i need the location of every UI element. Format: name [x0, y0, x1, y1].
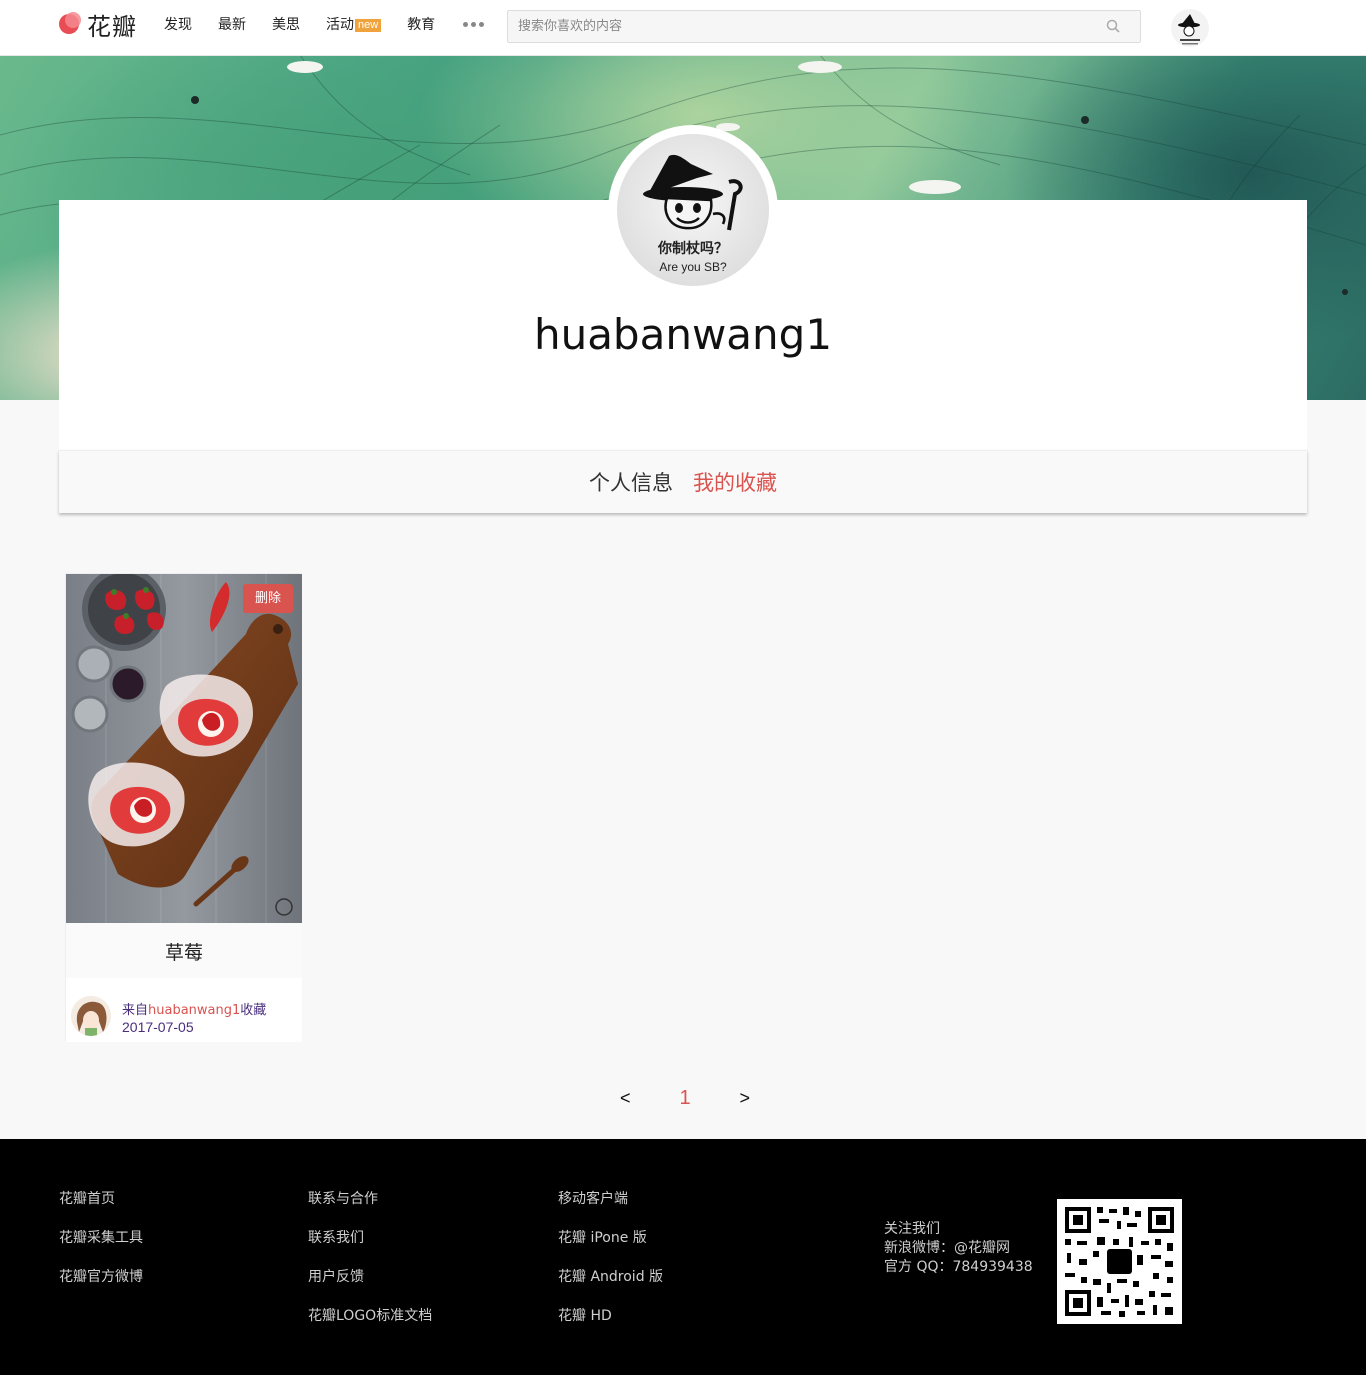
footer-link-contact-us[interactable]: 联系我们 [308, 1229, 432, 1248]
new-badge: new [355, 19, 382, 32]
nav-activity-label: 活动 [326, 16, 354, 32]
delete-button[interactable]: 删除 [243, 584, 293, 613]
search-input[interactable] [508, 11, 1088, 42]
footer-link-logo-doc[interactable]: 花瓣LOGO标准文档 [308, 1307, 432, 1326]
nav-discover[interactable]: 发现 [164, 14, 192, 34]
search-icon[interactable] [1106, 19, 1120, 33]
footer-link-home[interactable]: 花瓣首页 [59, 1190, 143, 1209]
nav-education[interactable]: 教育 [407, 14, 435, 34]
footer-col-mobile: 移动客户端 花瓣 iPone 版 花瓣 Android 版 花瓣 HD [558, 1190, 663, 1346]
nav-meisi[interactable]: 美思 [272, 14, 300, 34]
pin-title: 草莓 [66, 923, 302, 978]
profile-avatar-image: 你制杖吗？ Are you SB? [617, 134, 769, 286]
footer-link-official-weibo[interactable]: 花瓣官方微博 [59, 1268, 143, 1287]
tab-my-collections[interactable]: 我的收藏 [693, 467, 777, 497]
footer-link-hd[interactable]: 花瓣 HD [558, 1307, 663, 1326]
current-page[interactable]: 1 [679, 1087, 690, 1110]
pin-date: 2017-07-05 [122, 1019, 194, 1035]
avatar-caption-cn: 你制杖吗？ [658, 241, 728, 257]
qr-code [1057, 1199, 1182, 1324]
pin-source-prefix: 来自 [122, 1003, 149, 1018]
pagination: < 1 > [620, 1083, 750, 1113]
footer-link-android[interactable]: 花瓣 Android 版 [558, 1268, 663, 1287]
pin-source: 来自huabanwang1收藏 [122, 999, 266, 1018]
logo-petal-icon [59, 12, 83, 36]
footer-link-cooperation[interactable]: 联系与合作 [308, 1190, 432, 1209]
avatar-caption-en: Are you SB? [659, 260, 727, 274]
top-navbar: 花瓣 发现 最新 美思 活动 new 教育 [0, 0, 1366, 56]
profile-username: huabanwang1 [533, 310, 833, 359]
footer-link-iphone[interactable]: 花瓣 iPone 版 [558, 1229, 663, 1248]
next-page-button[interactable]: > [739, 1088, 750, 1109]
follow-qq: 官方 QQ：784939438 [884, 1259, 1033, 1275]
main-nav: 发现 最新 美思 活动 new 教育 [164, 0, 485, 48]
search-box [507, 10, 1141, 43]
user-avatar-small[interactable] [1171, 9, 1209, 47]
nav-activity[interactable]: 活动 new [326, 14, 382, 34]
pin-image[interactable]: 删除 [66, 574, 302, 923]
footer-col-contact: 联系与合作 联系我们 用户反馈 花瓣LOGO标准文档 [308, 1190, 432, 1346]
pin-source-username[interactable]: huabanwang1 [148, 1003, 240, 1018]
footer: 花瓣首页 花瓣采集工具 花瓣官方微博 联系与合作 联系我们 用户反馈 花瓣LOG… [0, 1139, 1366, 1375]
more-dots-icon[interactable] [463, 21, 485, 27]
profile-avatar[interactable]: 你制杖吗？ Are you SB? [608, 125, 778, 295]
follow-weibo: 新浪微博：@花瓣网 [884, 1240, 1010, 1256]
logo[interactable]: 花瓣 [59, 8, 137, 41]
nav-latest[interactable]: 最新 [218, 14, 246, 34]
pin-user-avatar[interactable] [71, 996, 111, 1036]
footer-col-site: 花瓣首页 花瓣采集工具 花瓣官方微博 [59, 1190, 143, 1307]
logo-text: 花瓣 [87, 12, 137, 41]
tab-personal-info[interactable]: 个人信息 [589, 467, 673, 497]
pin-card: 删除 草莓 来自huabanwang1收藏 2017-07-05 [65, 573, 302, 1042]
footer-link-feedback[interactable]: 用户反馈 [308, 1268, 432, 1287]
follow-us-title: 关注我们 [884, 1221, 940, 1237]
footer-link-mobile-client[interactable]: 移动客户端 [558, 1190, 663, 1209]
prev-page-button[interactable]: < [620, 1088, 631, 1109]
footer-link-collect-tool[interactable]: 花瓣采集工具 [59, 1229, 143, 1248]
pin-meta: 来自huabanwang1收藏 2017-07-05 [66, 978, 302, 1042]
follow-us: 关注我们 新浪微博：@花瓣网 官方 QQ：784939438 [884, 1220, 1033, 1277]
profile-tabs: 个人信息 我的收藏 [59, 450, 1307, 513]
pin-source-suffix: 收藏 [240, 1003, 267, 1018]
